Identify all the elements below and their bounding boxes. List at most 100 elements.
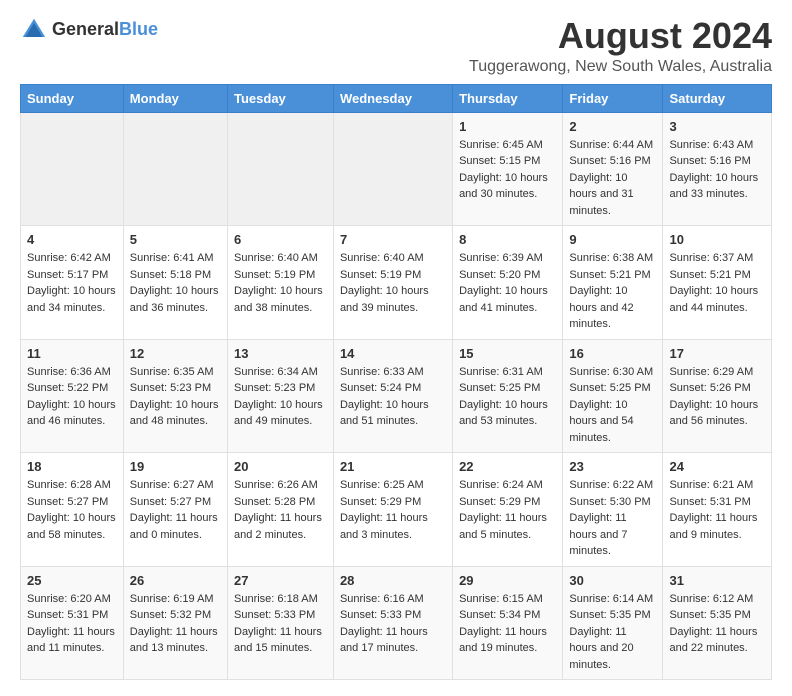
day-info: Sunrise: 6:26 AMSunset: 5:28 PMDaylight:… xyxy=(234,477,327,543)
day-number: 11 xyxy=(27,346,117,361)
title-block: August 2024 Tuggerawong, New South Wales… xyxy=(469,16,772,76)
day-number: 20 xyxy=(234,459,327,474)
table-row: 9 Sunrise: 6:38 AMSunset: 5:21 PMDayligh… xyxy=(563,226,663,340)
day-info: Sunrise: 6:43 AMSunset: 5:16 PMDaylight:… xyxy=(669,137,765,203)
day-info: Sunrise: 6:14 AMSunset: 5:35 PMDaylight:… xyxy=(569,591,656,674)
day-number: 12 xyxy=(130,346,221,361)
col-friday: Friday xyxy=(563,84,663,112)
day-number: 28 xyxy=(340,573,446,588)
col-saturday: Saturday xyxy=(663,84,772,112)
calendar-header-row: Sunday Monday Tuesday Wednesday Thursday… xyxy=(21,84,772,112)
calendar-week-row: 1 Sunrise: 6:45 AMSunset: 5:15 PMDayligh… xyxy=(21,112,772,226)
table-row: 30 Sunrise: 6:14 AMSunset: 5:35 PMDaylig… xyxy=(563,566,663,680)
calendar-week-row: 4 Sunrise: 6:42 AMSunset: 5:17 PMDayligh… xyxy=(21,226,772,340)
day-number: 4 xyxy=(27,232,117,247)
day-number: 6 xyxy=(234,232,327,247)
table-row: 22 Sunrise: 6:24 AMSunset: 5:29 PMDaylig… xyxy=(453,453,563,567)
day-info: Sunrise: 6:34 AMSunset: 5:23 PMDaylight:… xyxy=(234,364,327,430)
table-row: 14 Sunrise: 6:33 AMSunset: 5:24 PMDaylig… xyxy=(333,339,452,453)
table-row: 11 Sunrise: 6:36 AMSunset: 5:22 PMDaylig… xyxy=(21,339,124,453)
table-row: 24 Sunrise: 6:21 AMSunset: 5:31 PMDaylig… xyxy=(663,453,772,567)
day-info: Sunrise: 6:40 AMSunset: 5:19 PMDaylight:… xyxy=(234,250,327,316)
day-info: Sunrise: 6:44 AMSunset: 5:16 PMDaylight:… xyxy=(569,137,656,220)
day-number: 31 xyxy=(669,573,765,588)
day-number: 9 xyxy=(569,232,656,247)
table-row xyxy=(228,112,334,226)
table-row: 1 Sunrise: 6:45 AMSunset: 5:15 PMDayligh… xyxy=(453,112,563,226)
day-number: 27 xyxy=(234,573,327,588)
calendar-week-row: 11 Sunrise: 6:36 AMSunset: 5:22 PMDaylig… xyxy=(21,339,772,453)
day-number: 30 xyxy=(569,573,656,588)
day-info: Sunrise: 6:18 AMSunset: 5:33 PMDaylight:… xyxy=(234,591,327,657)
calendar-week-row: 18 Sunrise: 6:28 AMSunset: 5:27 PMDaylig… xyxy=(21,453,772,567)
table-row: 29 Sunrise: 6:15 AMSunset: 5:34 PMDaylig… xyxy=(453,566,563,680)
day-info: Sunrise: 6:16 AMSunset: 5:33 PMDaylight:… xyxy=(340,591,446,657)
calendar-week-row: 25 Sunrise: 6:20 AMSunset: 5:31 PMDaylig… xyxy=(21,566,772,680)
day-info: Sunrise: 6:33 AMSunset: 5:24 PMDaylight:… xyxy=(340,364,446,430)
day-info: Sunrise: 6:21 AMSunset: 5:31 PMDaylight:… xyxy=(669,477,765,543)
logo: GeneralBlue xyxy=(20,16,158,44)
day-number: 29 xyxy=(459,573,556,588)
day-number: 25 xyxy=(27,573,117,588)
table-row: 13 Sunrise: 6:34 AMSunset: 5:23 PMDaylig… xyxy=(228,339,334,453)
table-row: 2 Sunrise: 6:44 AMSunset: 5:16 PMDayligh… xyxy=(563,112,663,226)
day-info: Sunrise: 6:22 AMSunset: 5:30 PMDaylight:… xyxy=(569,477,656,560)
day-number: 3 xyxy=(669,119,765,134)
day-info: Sunrise: 6:39 AMSunset: 5:20 PMDaylight:… xyxy=(459,250,556,316)
day-info: Sunrise: 6:29 AMSunset: 5:26 PMDaylight:… xyxy=(669,364,765,430)
table-row xyxy=(333,112,452,226)
day-info: Sunrise: 6:24 AMSunset: 5:29 PMDaylight:… xyxy=(459,477,556,543)
table-row: 27 Sunrise: 6:18 AMSunset: 5:33 PMDaylig… xyxy=(228,566,334,680)
logo-text: GeneralBlue xyxy=(52,20,158,40)
table-row: 15 Sunrise: 6:31 AMSunset: 5:25 PMDaylig… xyxy=(453,339,563,453)
day-number: 17 xyxy=(669,346,765,361)
day-number: 8 xyxy=(459,232,556,247)
table-row: 5 Sunrise: 6:41 AMSunset: 5:18 PMDayligh… xyxy=(123,226,227,340)
col-sunday: Sunday xyxy=(21,84,124,112)
table-row: 19 Sunrise: 6:27 AMSunset: 5:27 PMDaylig… xyxy=(123,453,227,567)
day-number: 24 xyxy=(669,459,765,474)
day-info: Sunrise: 6:42 AMSunset: 5:17 PMDaylight:… xyxy=(27,250,117,316)
table-row: 8 Sunrise: 6:39 AMSunset: 5:20 PMDayligh… xyxy=(453,226,563,340)
page-subtitle: Tuggerawong, New South Wales, Australia xyxy=(469,58,772,76)
day-info: Sunrise: 6:30 AMSunset: 5:25 PMDaylight:… xyxy=(569,364,656,447)
day-info: Sunrise: 6:45 AMSunset: 5:15 PMDaylight:… xyxy=(459,137,556,203)
day-info: Sunrise: 6:25 AMSunset: 5:29 PMDaylight:… xyxy=(340,477,446,543)
table-row xyxy=(21,112,124,226)
day-number: 1 xyxy=(459,119,556,134)
day-info: Sunrise: 6:19 AMSunset: 5:32 PMDaylight:… xyxy=(130,591,221,657)
col-wednesday: Wednesday xyxy=(333,84,452,112)
day-number: 18 xyxy=(27,459,117,474)
day-number: 2 xyxy=(569,119,656,134)
day-info: Sunrise: 6:15 AMSunset: 5:34 PMDaylight:… xyxy=(459,591,556,657)
table-row: 10 Sunrise: 6:37 AMSunset: 5:21 PMDaylig… xyxy=(663,226,772,340)
day-number: 16 xyxy=(569,346,656,361)
day-info: Sunrise: 6:36 AMSunset: 5:22 PMDaylight:… xyxy=(27,364,117,430)
day-info: Sunrise: 6:41 AMSunset: 5:18 PMDaylight:… xyxy=(130,250,221,316)
col-tuesday: Tuesday xyxy=(228,84,334,112)
day-number: 13 xyxy=(234,346,327,361)
table-row: 6 Sunrise: 6:40 AMSunset: 5:19 PMDayligh… xyxy=(228,226,334,340)
day-info: Sunrise: 6:12 AMSunset: 5:35 PMDaylight:… xyxy=(669,591,765,657)
table-row: 31 Sunrise: 6:12 AMSunset: 5:35 PMDaylig… xyxy=(663,566,772,680)
calendar-table: Sunday Monday Tuesday Wednesday Thursday… xyxy=(20,84,772,681)
col-thursday: Thursday xyxy=(453,84,563,112)
day-number: 10 xyxy=(669,232,765,247)
day-info: Sunrise: 6:35 AMSunset: 5:23 PMDaylight:… xyxy=(130,364,221,430)
table-row: 17 Sunrise: 6:29 AMSunset: 5:26 PMDaylig… xyxy=(663,339,772,453)
day-info: Sunrise: 6:31 AMSunset: 5:25 PMDaylight:… xyxy=(459,364,556,430)
logo-icon xyxy=(20,16,48,44)
day-info: Sunrise: 6:20 AMSunset: 5:31 PMDaylight:… xyxy=(27,591,117,657)
day-number: 22 xyxy=(459,459,556,474)
page-header: GeneralBlue August 2024 Tuggerawong, New… xyxy=(20,16,772,76)
day-info: Sunrise: 6:27 AMSunset: 5:27 PMDaylight:… xyxy=(130,477,221,543)
day-number: 26 xyxy=(130,573,221,588)
day-number: 14 xyxy=(340,346,446,361)
table-row: 3 Sunrise: 6:43 AMSunset: 5:16 PMDayligh… xyxy=(663,112,772,226)
day-info: Sunrise: 6:37 AMSunset: 5:21 PMDaylight:… xyxy=(669,250,765,316)
table-row: 23 Sunrise: 6:22 AMSunset: 5:30 PMDaylig… xyxy=(563,453,663,567)
day-number: 23 xyxy=(569,459,656,474)
col-monday: Monday xyxy=(123,84,227,112)
table-row: 21 Sunrise: 6:25 AMSunset: 5:29 PMDaylig… xyxy=(333,453,452,567)
table-row: 25 Sunrise: 6:20 AMSunset: 5:31 PMDaylig… xyxy=(21,566,124,680)
